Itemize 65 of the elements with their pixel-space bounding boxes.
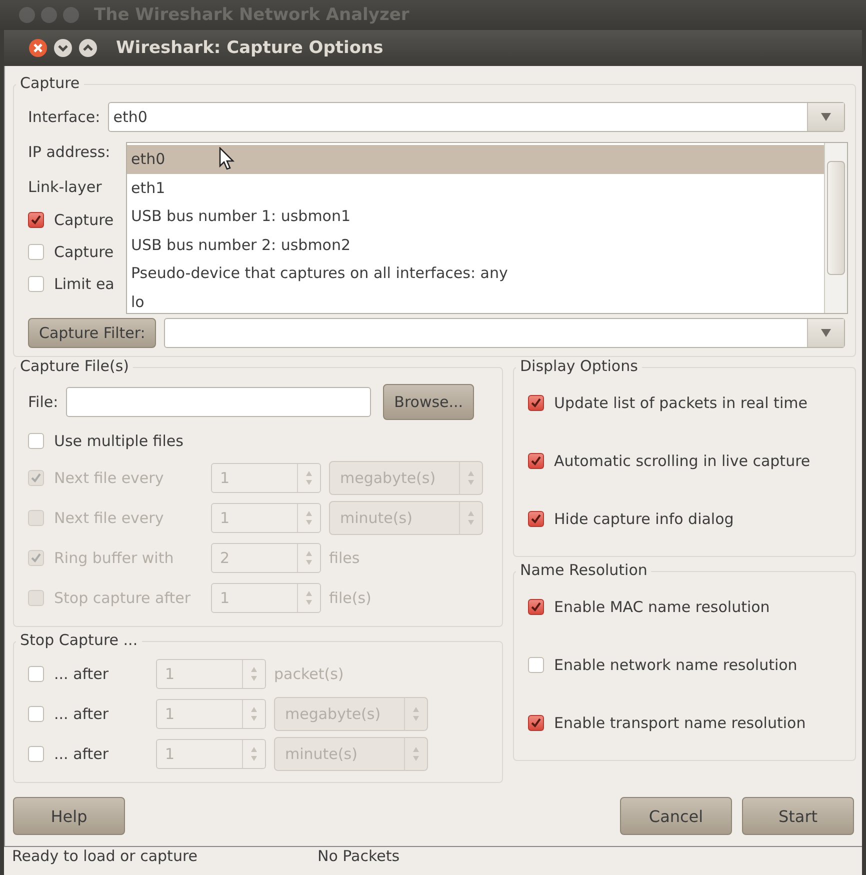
dropdown-item[interactable]: USB bus number 1: usbmon1 (127, 202, 824, 230)
capture-filter-button[interactable]: Capture Filter: (28, 318, 156, 348)
dropdown-item[interactable]: Pseudo-device that captures on all interfaces: any (127, 259, 824, 288)
option-label: Use multiple files (54, 432, 184, 450)
option-label: Enable network name resolution (554, 656, 798, 674)
checkbox[interactable] (28, 276, 44, 292)
option-label: Enable transport name resolution (554, 714, 806, 732)
browse-button[interactable]: Browse... (383, 384, 474, 420)
section-title: Display Options (516, 357, 642, 375)
checkbox[interactable] (28, 244, 44, 260)
option-label: Ring buffer with (54, 549, 174, 567)
interface-dropdown[interactable]: eth0 (108, 102, 845, 132)
option-label: Stop capture after (54, 589, 191, 607)
close-icon[interactable] (28, 38, 48, 58)
field-label: File: (28, 393, 58, 411)
help-button[interactable]: Help (13, 797, 125, 835)
unit-label: files (329, 549, 360, 567)
option-label: ... after (54, 665, 109, 683)
dropdown-item[interactable]: lo (127, 288, 824, 316)
checkbox[interactable] (528, 395, 544, 411)
start-button[interactable]: Start (742, 797, 854, 835)
option-label: Automatic scrolling in live capture (554, 452, 810, 470)
packet-count: No Packets (318, 847, 400, 865)
checkbox[interactable] (28, 706, 44, 722)
option-label: ... after (54, 745, 109, 763)
dropdown-item[interactable]: eth0 (127, 145, 824, 174)
checkbox[interactable] (528, 453, 544, 469)
option-label: Limit ea (54, 275, 114, 293)
field-label: IP address: (28, 142, 110, 160)
filter-dropdown[interactable] (164, 318, 845, 348)
status-message: Ready to load or capture (12, 847, 198, 865)
minimize-icon[interactable] (53, 38, 73, 58)
checkbox[interactable] (528, 715, 544, 731)
window-controls-icon[interactable] (18, 6, 80, 24)
file-field[interactable] (66, 387, 372, 417)
option-label: Capture (54, 211, 114, 229)
checkbox[interactable] (28, 212, 44, 228)
scrollbar[interactable] (824, 143, 847, 313)
option-label: ... after (54, 705, 109, 723)
unit-label: file(s) (329, 589, 372, 607)
dropdown-item[interactable]: USB bus number 2: usbmon2 (127, 230, 824, 259)
field-label: Link-layer (28, 178, 102, 196)
field-value: eth0 (113, 108, 148, 126)
unit-label: packet(s) (274, 665, 344, 683)
checkbox[interactable] (28, 746, 44, 762)
option-label: Enable MAC name resolution (554, 598, 770, 616)
option-label: Next file every (54, 509, 164, 527)
option-label: Hide capture info dialog (554, 510, 734, 528)
checkbox[interactable] (528, 511, 544, 527)
mouse-cursor-icon (219, 147, 235, 171)
dropdown-item[interactable]: eth1 (127, 174, 824, 202)
option-label: Capture (54, 243, 114, 261)
cancel-button[interactable]: Cancel (620, 797, 732, 835)
checkbox[interactable] (28, 433, 44, 449)
field-label: Interface: (28, 108, 100, 126)
section-title: Capture File(s) (16, 357, 134, 375)
window-title: Wireshark: Capture Options (116, 38, 384, 58)
checkbox[interactable] (28, 666, 44, 682)
checkbox[interactable] (528, 599, 544, 615)
option-label: Update list of packets in real time (554, 394, 808, 412)
checkbox[interactable] (528, 657, 544, 673)
section-title: Stop Capture ... (16, 631, 142, 649)
maximize-icon[interactable] (78, 38, 98, 58)
option-label: Next file every (54, 469, 164, 487)
section-title: Capture (16, 74, 84, 92)
